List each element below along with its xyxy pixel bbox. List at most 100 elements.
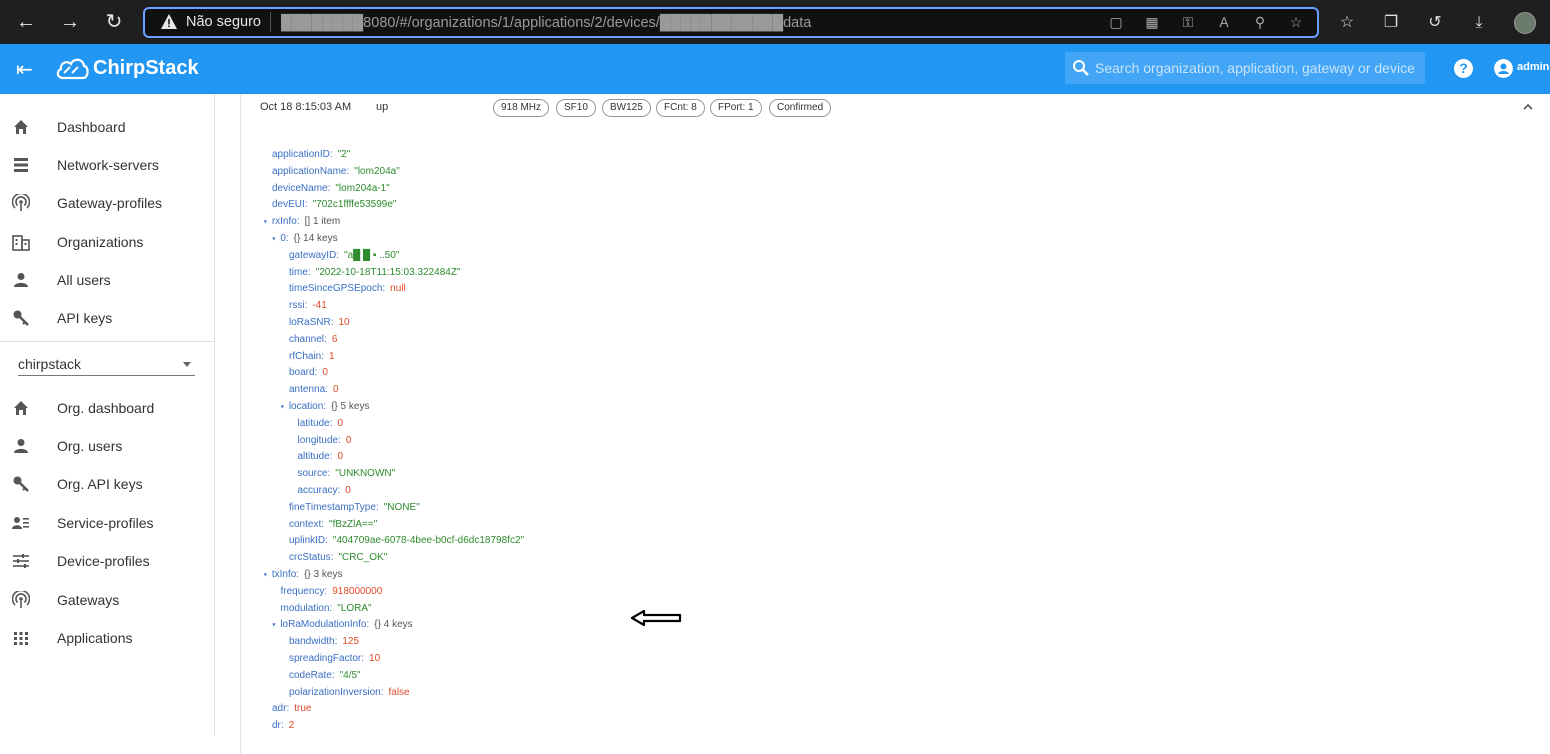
apps-grid-icon[interactable]: ▦ [1142, 12, 1162, 32]
sidebar-item-gateway-profiles[interactable]: Gateway-profiles [0, 184, 214, 222]
tree-value: "LORA" [337, 602, 372, 614]
favorites-icon[interactable]: ☆ [1336, 12, 1358, 34]
chirpstack-logo-icon [56, 58, 89, 80]
tree-value: 0 [332, 384, 339, 396]
tree-colon: : [380, 686, 384, 698]
tree-colon: : [330, 317, 334, 328]
tree-row[interactable]: ▾ location: {} 5 keys [280, 400, 369, 414]
key-icon[interactable]: ⚿ [1178, 12, 1198, 32]
tree-row: polarizationInversion: false [289, 686, 410, 700]
insecure-label[interactable]: Não seguro [186, 14, 261, 30]
tree-row: fineTimestampType: "NONE" [289, 501, 420, 515]
favorite-add-icon[interactable]: ☆ [1286, 12, 1306, 32]
sidebar-item-org-api-keys[interactable]: Org. API keys [0, 465, 214, 503]
tree-key: modulation [280, 602, 330, 614]
tree-colon: : [327, 182, 331, 194]
search-icon [1073, 60, 1089, 76]
avatar[interactable] [1514, 12, 1536, 34]
tree-row[interactable]: ▾ txInfo: {} 3 keys [263, 568, 342, 582]
tree-row: applicationID: "2" [272, 148, 350, 162]
tree-key: location [288, 401, 324, 412]
tree-value: "2" [337, 149, 351, 160]
sidebar-item-applications[interactable]: Applications [0, 619, 214, 657]
tree-key: spreadingFactor [289, 653, 362, 664]
user-name[interactable]: admin [1517, 61, 1549, 73]
account-details-icon [12, 517, 29, 529]
collections-icon[interactable]: ❐ [1380, 12, 1402, 34]
tree-value: {} 14 keys [293, 233, 338, 244]
search-box[interactable] [1065, 52, 1425, 84]
tree-value: 2 [288, 720, 295, 732]
url-divider [270, 12, 271, 32]
account-circle-icon[interactable] [1494, 59, 1513, 78]
expand-toggle-icon[interactable]: ▾ [272, 234, 277, 243]
tree-row[interactable]: ▾ rxInfo: [] 1 item [263, 215, 340, 229]
tree-colon: : [382, 283, 386, 295]
read-aloud-icon[interactable]: A [1214, 12, 1234, 32]
chip-fport: FPort: 1 [710, 99, 762, 117]
tree-value: "2022-10-18T11:15:03.322484Z" [315, 266, 461, 278]
tree-row: latitude: 0 [298, 417, 344, 431]
sidebar-item-organizations[interactable]: Organizations [0, 223, 214, 261]
app-title[interactable]: ChirpStack [93, 57, 199, 80]
tree-row: dr: 2 [272, 719, 294, 733]
sidebar-item-device-profiles[interactable]: Device-profiles [0, 542, 214, 580]
tree-colon: : [329, 602, 333, 614]
downloads-icon[interactable]: ⤓ [1468, 12, 1490, 34]
tree-value: 0 [322, 367, 328, 379]
expand-toggle-icon[interactable]: ▾ [263, 570, 268, 579]
tree-value: -41 [312, 300, 327, 312]
sidebar-item-org-dashboard[interactable]: Org. dashboard [0, 389, 214, 427]
sidebar-item-org-users[interactable]: Org. users [0, 427, 214, 465]
tree-row: applicationName: "lom204a" [272, 165, 400, 179]
tree-row[interactable]: ▾ loRaModulationInfo: {} 4 keys [272, 618, 413, 632]
tree-colon: : [296, 569, 300, 580]
tree-row: uplinkID: "404709ae-6078-4bee-b0cf-d6dc18… [289, 534, 524, 548]
sidebar-item-api-keys[interactable]: API keys [0, 299, 214, 337]
sidebar-item-network-servers[interactable]: Network-servers [0, 146, 214, 184]
tree-colon: : [330, 552, 334, 564]
home-icon [14, 401, 28, 415]
tree-value: 0 [337, 451, 344, 463]
organization-select[interactable]: chirpstack [18, 352, 195, 376]
expand-toggle-icon[interactable]: ▾ [272, 620, 277, 629]
sidebar-item-dashboard[interactable]: Dashboard [0, 108, 214, 146]
sidebar-item-gateways[interactable]: Gateways [0, 581, 214, 619]
tree-row: codeRate: "4/5" [289, 669, 361, 683]
device-icon[interactable]: ▢ [1106, 12, 1126, 32]
tree-key: antenna [289, 384, 326, 396]
expand-toggle-icon[interactable]: ▾ [263, 217, 268, 226]
back-arrow-icon[interactable]: ← [10, 6, 42, 38]
tree-key: longitude [297, 434, 339, 446]
tree-value: "4/5" [339, 669, 361, 681]
chevron-up-icon[interactable] [1521, 100, 1535, 114]
tree-row: spreadingFactor: 10 [289, 652, 380, 666]
zoom-icon[interactable]: ⚲ [1250, 12, 1270, 32]
tree-key: source [297, 468, 328, 480]
tree-row: adr: true [272, 702, 311, 716]
tree-colon: : [375, 501, 379, 513]
tree-key: latitude [297, 417, 330, 429]
tree-row: modulation: "LORA" [281, 602, 372, 616]
history-icon[interactable]: ↺ [1424, 12, 1446, 34]
search-input[interactable] [1095, 52, 1415, 84]
radio-tower-icon [12, 194, 30, 211]
tree-value: {} 3 keys [304, 569, 343, 580]
server-icon [14, 158, 28, 172]
sidebar-item-label: Organizations [57, 234, 144, 250]
refresh-icon[interactable]: ↻ [98, 6, 130, 38]
tree-row: board: 0 [289, 366, 328, 380]
tree-value: "lom204a-1" [335, 182, 390, 194]
sidebar-item-service-profiles[interactable]: Service-profiles [0, 504, 214, 542]
expand-toggle-icon[interactable]: ▾ [280, 402, 285, 411]
sidebar-item-label: Org. users [57, 438, 123, 454]
tree-key: crcStatus [289, 552, 331, 564]
tree-row[interactable]: ▾ 0:{} 14 keys [272, 232, 338, 246]
collapse-menu-icon[interactable]: ⇤ [16, 57, 33, 82]
help-icon[interactable]: ? [1454, 59, 1473, 78]
sidebar-item-all-users[interactable]: All users [0, 261, 214, 299]
forward-arrow-icon[interactable]: → [54, 6, 86, 38]
tree-value: 0 [345, 434, 352, 446]
url-text[interactable]: ████████8080/#/organizations/1/applicati… [281, 15, 811, 31]
warning-icon[interactable] [160, 13, 178, 31]
